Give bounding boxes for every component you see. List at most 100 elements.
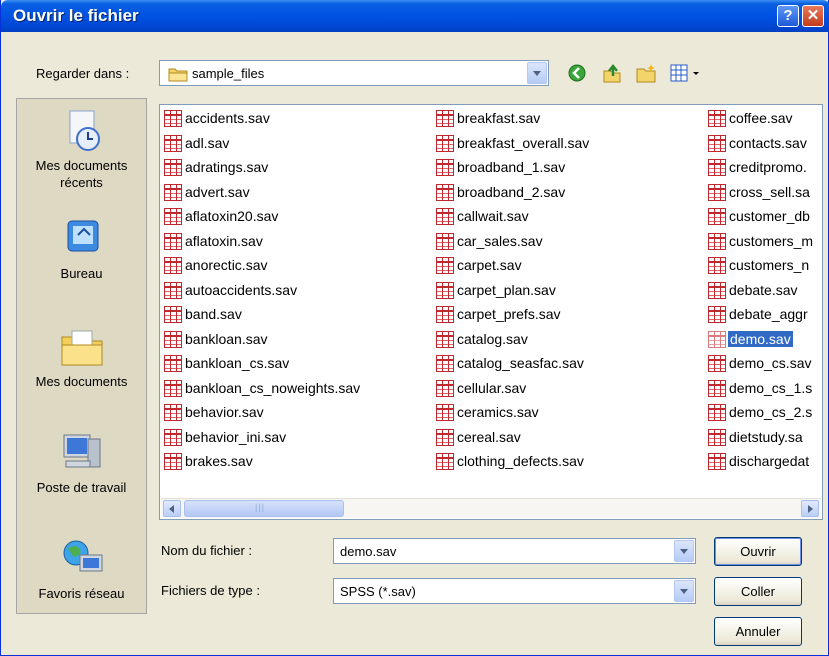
spss-file-icon [436,404,454,421]
scroll-left-icon[interactable] [163,500,181,517]
spss-file-icon [708,183,726,201]
file-name: dietstudy.sa [729,428,803,445]
spss-file-icon [436,159,454,176]
place-label: Bureau [60,266,103,281]
spss-file-icon [164,330,182,348]
desktop-icon [58,217,106,261]
file-name: anorectic.sav [185,257,268,273]
file-name: car_sales.sav [457,232,543,249]
place-label: Favoris réseau [38,586,125,601]
spss-file-icon [708,208,726,225]
lookin-value: sample_files [192,66,265,81]
chevron-down-icon[interactable] [674,540,694,562]
spss-file-icon [708,379,726,397]
close-button[interactable]: ✕ [802,5,824,27]
spss-file-icon [436,134,454,152]
place-my-documents[interactable]: Mes documents [17,325,146,390]
paste-button[interactable]: Coller [714,577,802,606]
file-name: debate_aggr [729,306,808,322]
file-name: bankloan_cs.sav [185,355,290,371]
spss-file-icon [164,183,182,201]
spss-file-icon [708,110,726,127]
cancel-button[interactable]: Annuler [714,617,802,646]
spss-file-icon [436,379,454,397]
open-button[interactable]: Ouvrir [714,537,802,566]
close-icon: ✕ [806,7,820,24]
file-name: customer_db [729,208,810,224]
spss-file-icon [708,453,726,470]
file-name: contacts.sav [729,134,807,151]
help-button[interactable]: ? [777,5,799,27]
file-name: adl.sav [185,134,230,151]
file-name: demo_cs.sav [729,355,812,371]
spss-file-icon [436,453,454,470]
spss-file-icon [164,404,182,421]
file-name: breakfast_overall.sav [457,134,590,151]
spss-file-icon [164,257,182,274]
place-desktop[interactable]: Bureau [17,217,146,282]
file-list[interactable]: accidents.sav adl.sav adratings.sav advert.… [159,104,823,520]
spss-file-icon [708,134,726,152]
spss-file-icon [436,232,454,250]
place-recent-documents[interactable]: Mes documents récents [17,109,146,191]
file-name: carpet_plan.sav [457,281,556,298]
place-label: Mes documents [35,374,128,389]
place-label: Poste de travail [36,480,127,495]
file-name: breakfast.sav [457,110,541,126]
spss-file-icon [164,281,182,299]
spss-file-icon [436,281,454,299]
filetype-select[interactable]: SPSS (*.sav) [333,578,696,604]
place-my-computer[interactable]: Poste de travail [17,431,146,496]
back-icon[interactable] [566,62,588,84]
lookin-combo[interactable]: sample_files [159,60,549,86]
scroll-thumb[interactable] [184,500,344,517]
file-name: ceramics.sav [457,404,539,420]
help-icon: ? [783,7,793,24]
file-name: callwait.sav [457,208,529,224]
file-name: debate.sav [729,281,798,298]
spss-file-icon [164,379,182,397]
filename-label: Nom du fichier : [161,543,253,558]
spss-file-icon [708,232,726,250]
file-name: bankloan_cs_noweights.sav [185,379,361,396]
chevron-down-icon[interactable] [527,62,547,84]
spss-file-icon [436,110,454,127]
folder-icon [168,68,188,82]
spss-file-icon [436,355,454,372]
horizontal-scrollbar[interactable] [161,498,821,518]
filename-field[interactable]: demo.sav [333,538,696,564]
spss-file-icon [164,306,182,323]
spss-file-icon [164,134,182,152]
view-menu-icon[interactable] [669,62,705,84]
file-name: autoaccidents.sav [185,281,298,298]
up-folder-icon[interactable] [601,62,623,84]
file-name: broadband_2.sav [457,183,566,200]
computer-icon [58,431,106,475]
spss-file-icon [436,257,454,274]
file-name: creditpromo. [729,159,807,175]
file-name: cross_sell.sa [729,183,810,200]
place-network[interactable]: Favoris réseau [17,537,146,602]
file-name: bankloan.sav [185,330,268,347]
places-bar: Mes documents récents Bureau Mes documen… [16,98,147,614]
spss-file-icon [164,453,182,470]
chevron-down-icon[interactable] [674,580,694,602]
new-folder-icon[interactable] [635,62,657,84]
recent-documents-icon [58,109,106,153]
spss-file-icon [708,428,726,446]
scroll-right-icon[interactable] [801,500,819,517]
network-places-icon [58,537,106,581]
file-name: clothing_defects.sav [457,453,584,469]
file-name: adratings.sav [185,159,269,175]
title-bar[interactable]: Ouvrir le fichier ? ✕ [1,0,829,32]
spss-file-icon [436,208,454,225]
file-name: customers_n [729,257,810,273]
spss-file-icon [708,404,726,421]
spss-file-icon [436,330,454,348]
file-name: catalog.sav [457,330,528,347]
file-name: demo_cs_1.s [729,379,813,396]
file-name: band.sav [185,306,242,322]
my-documents-icon [58,325,106,369]
spss-file-icon [708,159,726,176]
spss-file-icon [708,355,726,372]
